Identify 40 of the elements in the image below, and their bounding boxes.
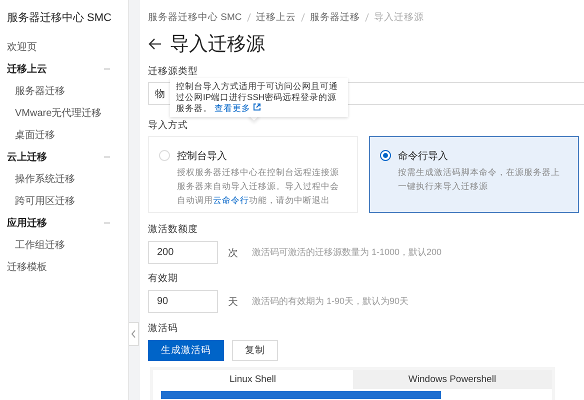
tooltip: 控制台导入方式适用于可访问公网且可通过公网IP端口进行SSH密码远程登录的源服务器。 查看更多 <box>170 78 348 117</box>
option-description: 授权服务器迁移中心在控制台远程连接源服务器来自动导入迁移源。导入过程中会自动调用 云命令行功能，请勿中断退出 <box>177 166 340 207</box>
option-card[interactable]: 控制台导入 授权服务器迁移中心在控制台远程连接源服务器来自动导入迁移源。导入过程中会自动调用 云命令行功能，请勿中断退出 <box>148 136 358 213</box>
breadcrumb-link[interactable]: 迁移上云 <box>256 11 296 24</box>
sidebar-item[interactable]: 工作组迁移 <box>0 234 128 256</box>
option-title: 命令行导入 <box>398 150 449 163</box>
breadcrumb-link[interactable]: 服务器迁移 <box>310 11 360 24</box>
sidebar-group-label[interactable]: 迁移上云 <box>7 62 47 76</box>
unit-label: 天 <box>228 296 238 308</box>
field-label: 激活数额度 <box>148 223 199 236</box>
field-label: 迁移源类型 <box>148 65 199 78</box>
cloud-shell-link[interactable]: 云命令行 <box>213 195 249 205</box>
sidebar-item[interactable]: 迁移模板 <box>0 256 128 278</box>
option-description: 按需生成激活码脚本命令，在源服务器上一键执行来导入迁移源 <box>398 166 561 193</box>
copy-button[interactable]: 复制 <box>232 340 278 361</box>
sidebar-title: 服务器迁移中心 SMC <box>6 10 112 26</box>
page-title: 导入迁移源 <box>170 33 265 57</box>
sidebar-item[interactable]: VMware无代理迁移 <box>0 102 128 124</box>
sidebar-item[interactable]: 欢迎页 <box>0 36 128 58</box>
field-hint: 激活码可激活的迁移源数量为 1-1000，默认200 <box>252 246 442 259</box>
number-input[interactable]: 200 <box>148 241 218 264</box>
sidebar-group-label[interactable]: 应用迁移 <box>7 216 47 230</box>
unit-label: 次 <box>228 246 238 260</box>
breadcrumb-link[interactable]: 服务器迁移中心 SMC <box>148 11 242 24</box>
field-label: 有效期 <box>148 272 179 285</box>
field-hint: 激活码的有效期为 1-90天，默认为90天 <box>252 295 409 308</box>
sidebar-item[interactable]: 桌面迁移 <box>0 124 128 146</box>
option-title: 控制台导入 <box>177 150 228 163</box>
sidebar-item[interactable]: 服务器迁移 <box>0 80 128 102</box>
field-label: 导入方式 <box>148 119 189 132</box>
tab[interactable]: Linux Shell <box>153 370 352 389</box>
field-label: 激活码 <box>148 322 179 335</box>
sidebar-item[interactable]: 跨可用区迁移 <box>0 190 128 212</box>
option-card[interactable]: 命令行导入 按需生成激活码脚本命令，在源服务器上一键执行来导入迁移源 <box>369 136 579 213</box>
more-link[interactable]: 查看更多 <box>214 103 261 113</box>
generate-button[interactable]: 生成激活码 <box>148 340 224 361</box>
sidebar-item[interactable]: 操作系统迁移 <box>0 168 128 190</box>
number-input[interactable]: 90 <box>148 290 218 313</box>
sidebar-group-label[interactable]: 云上迁移 <box>7 150 47 164</box>
tab[interactable]: Windows Powershell <box>352 370 552 389</box>
